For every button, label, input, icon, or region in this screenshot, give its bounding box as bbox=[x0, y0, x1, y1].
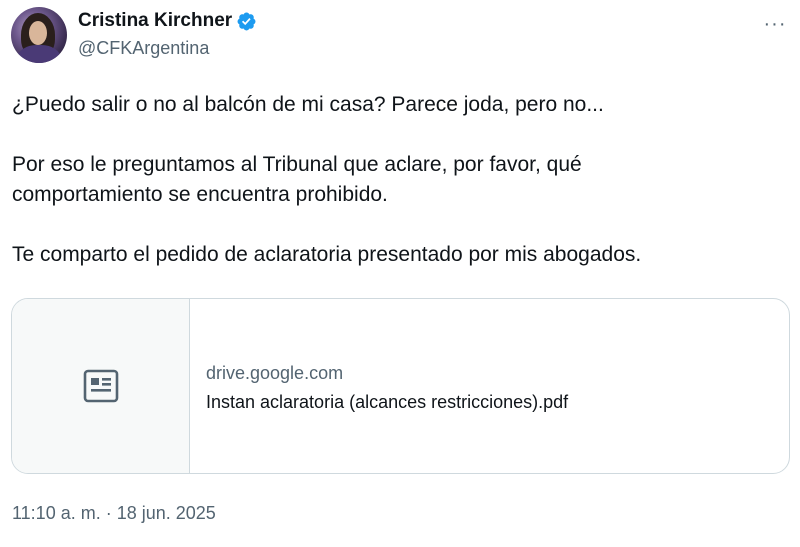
tweet-text: ¿Puedo salir o no al balcón de mi casa? … bbox=[12, 90, 782, 270]
avatar-coat bbox=[17, 45, 61, 63]
tweet-line: Por eso le preguntamos al Tribunal que a… bbox=[12, 153, 582, 176]
verified-badge-icon bbox=[237, 12, 256, 30]
link-card-domain: drive.google.com bbox=[206, 363, 344, 383]
tweet-line: ¿Puedo salir o no al balcón de mi casa? … bbox=[12, 93, 604, 116]
tweet-line: comportamiento se encuentra prohibido. bbox=[12, 183, 388, 206]
avatar[interactable] bbox=[11, 7, 67, 63]
tweet-timestamp[interactable]: 11:10 a. m. · 18 jun. 2025 bbox=[12, 503, 216, 524]
avatar-face bbox=[29, 21, 47, 45]
link-card[interactable]: drive.google.com Instan aclaratoria (alc… bbox=[11, 298, 790, 474]
link-card-body: drive.google.com Instan aclaratoria (alc… bbox=[206, 361, 568, 414]
link-card-thumbnail bbox=[12, 299, 190, 473]
document-icon bbox=[83, 369, 118, 403]
author-name-row: Cristina Kirchner bbox=[78, 10, 257, 32]
more-options-icon[interactable]: ··· bbox=[760, 12, 790, 36]
author-display-name[interactable]: Cristina Kirchner bbox=[78, 10, 232, 32]
link-card-title: Instan aclaratoria (alcances restriccion… bbox=[206, 392, 569, 412]
author-handle[interactable]: @CFKArgentina bbox=[78, 38, 209, 59]
tweet-line: Te comparto el pedido de aclaratoria pre… bbox=[12, 243, 642, 266]
